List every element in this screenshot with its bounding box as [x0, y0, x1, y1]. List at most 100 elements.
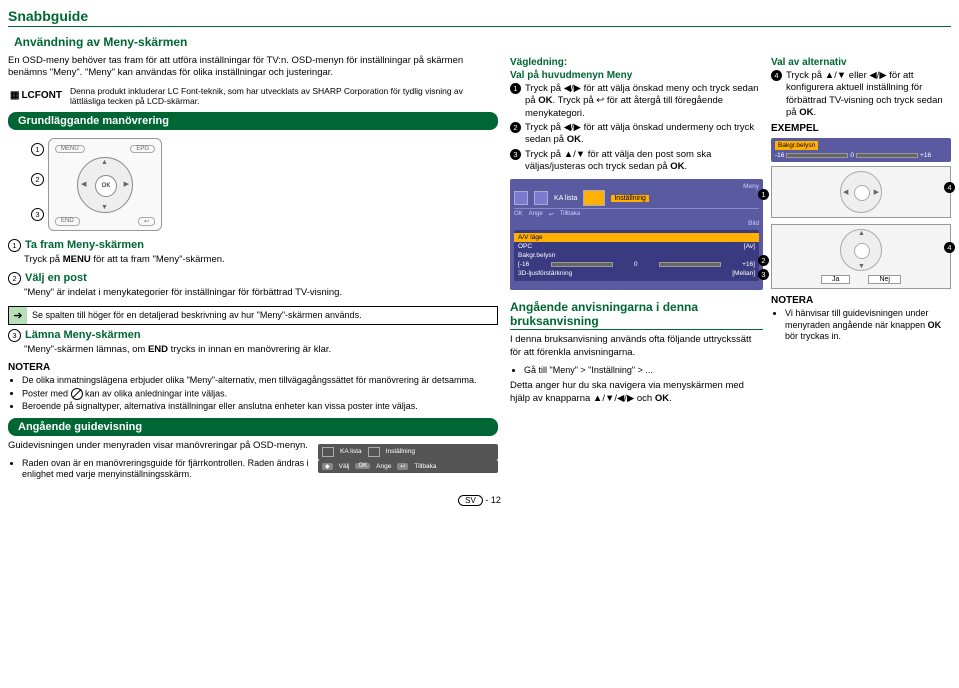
ex-zero: 0 [850, 152, 854, 159]
page-num: 12 [491, 495, 501, 505]
valav-title: Val av alternativ [771, 57, 951, 68]
see-right-box: ➔ Se spalten till höger för en detaljera… [8, 306, 498, 325]
angaende-title: Angående anvisningarna i denna bruksanvi… [510, 300, 763, 330]
step-3-title: Lämna Meny-skärmen [25, 329, 141, 341]
inst-icon [368, 447, 380, 457]
tillbaka-label: Tillbaka [414, 463, 436, 470]
valav-text: Tryck på ▲/▼ eller ◀/▶ för att konfigure… [786, 70, 951, 119]
back-icon: ↩ [397, 463, 408, 470]
bstep-1: 1 [510, 83, 521, 94]
end-button: END [55, 217, 80, 226]
osd-inst: Inställning [611, 195, 649, 202]
vag3-text: Tryck på ▲/▼ för att välja den post som … [525, 149, 763, 174]
ok-button: OK [95, 175, 117, 197]
step-2-num: 2 [8, 272, 21, 285]
ka-label: KA lista [340, 448, 362, 455]
osd-bild: Bild [514, 220, 759, 227]
guide-text: Guidevisningen under menyraden visar man… [8, 440, 310, 452]
osd-slider: [-160+16] [518, 260, 755, 269]
osd-tillbaka: Tillbaka [560, 211, 580, 218]
ja-option: Ja [821, 275, 850, 284]
osd-panel: Meny KA lista Inställning OKAnge ↩Tillba… [510, 179, 763, 290]
notera-2: NOTERA [771, 295, 951, 306]
tile-icon-hi [583, 190, 605, 206]
ex-minus: -16 [775, 152, 784, 159]
list-item: De olika inmatningslägena erbjuder olika… [22, 375, 498, 386]
osd-item-bakgr: Bakgr.belysn [518, 251, 755, 260]
ex-bakgr: Bakgr.belysn [775, 141, 818, 150]
osd-item-3d: 3D-ljusförstärkning[Mellan] [518, 269, 755, 278]
valj-label: Välj [339, 463, 350, 470]
step-1-num: 1 [8, 239, 21, 252]
bstep-3: 3 [510, 149, 521, 160]
list-item: Gå till "Meny" > "Inställning" > ... [524, 365, 763, 376]
nav-pad: OK ▲▼◀▶ [77, 157, 133, 213]
callout-4a: 4 [944, 182, 955, 193]
notera-list: De olika inmatningslägena erbjuder olika… [22, 375, 498, 412]
nav-icon: ◆ [322, 463, 333, 470]
callout-3: 3 [758, 269, 769, 280]
osd-item-avlage: A/V läge [514, 233, 759, 242]
callout-2: 2 [758, 255, 769, 266]
ka-icon [322, 447, 334, 457]
page-title: Snabbguide [8, 8, 951, 27]
angaende-text2: Detta anger hur du ska navigera via meny… [510, 380, 763, 405]
angaende-text: I denna bruksanvisning används ofta följ… [510, 334, 763, 359]
marker-1: 1 [31, 143, 44, 156]
inst-label: Inställning [386, 448, 415, 455]
vag2-text: Tryck på ◀/▶ för att välja önskad underm… [525, 122, 763, 147]
marker-3: 3 [31, 208, 44, 221]
guide-strip: KA lista Inställning [318, 444, 498, 460]
remote-diagram: 1 2 3 MENUEPG OK ▲▼◀▶ END↩ [48, 138, 162, 231]
nej-option: Nej [868, 275, 901, 284]
section-basic-ops: Grundläggande manövrering [8, 112, 498, 130]
step-1-title: Ta fram Meny-skärmen [25, 239, 144, 251]
list-item: Beroende på signaltyper, alternativa ins… [22, 401, 498, 412]
step-1-text: Tryck på MENU för att ta fram "Meny"-skä… [24, 254, 498, 266]
page-number: SV - 12 [8, 495, 951, 505]
ange-label: Ange [376, 463, 391, 470]
no-select-icon [71, 388, 83, 400]
lcfont-label: LCFONT [21, 90, 62, 101]
ex-osd-1: Bakgr.belysn -16 0 +16 [771, 138, 951, 162]
ex-pad-1: ◀▶ [771, 166, 951, 218]
guide-bullet-list: Raden ovan är en manövreringsguide för f… [22, 458, 310, 481]
arrow-right-icon: ➔ [9, 307, 27, 324]
callout-1: 1 [758, 189, 769, 200]
section-guide: Angående guidevisning [8, 418, 498, 436]
see-right-text: Se spalten till höger för en detaljerad … [27, 307, 497, 324]
osd-ange: Ange [529, 211, 543, 218]
list-item: Vi hänvisar till guidevisningen under me… [785, 308, 951, 342]
ok-icon: OK [355, 463, 370, 469]
step-2-text: "Meny" är indelat i menykategorier för i… [24, 287, 498, 299]
menu-button: MENU [55, 145, 85, 153]
osd-ka: KA lista [554, 195, 577, 202]
callout-4b: 4 [944, 242, 955, 253]
exempel-label: EXEMPEL [771, 123, 951, 134]
tile-icon [534, 191, 548, 205]
lcfont-icon: ▦ [10, 90, 19, 101]
step-3-num: 3 [8, 329, 21, 342]
vag1-text: Tryck på ◀/▶ för att välja önskad meny o… [525, 83, 763, 120]
list-item: Raden ovan är en manövreringsguide för f… [22, 458, 310, 481]
bstep-2: 2 [510, 122, 521, 133]
step-2-title: Välj en post [25, 272, 87, 284]
marker-2: 2 [31, 173, 44, 186]
lcfont-box: ▦LCFONT Denna produkt inkluderar LC Font… [8, 86, 498, 106]
notera-label: NOTERA [8, 362, 498, 373]
step-3-text: "Meny"-skärmen lämnas, om END trycks in … [24, 344, 498, 356]
lang-badge: SV [458, 495, 483, 506]
heading: Användning av Meny-skärmen [14, 35, 951, 49]
vag-title: Vägledning: [510, 57, 763, 68]
osd-item-opc: OPC[Av] [518, 242, 755, 251]
lcfont-text: Denna produkt inkluderar LC Font-teknik,… [70, 86, 498, 106]
intro-text: En OSD-meny behöver tas fram för att utf… [8, 55, 498, 80]
vag-sub: Val på huvudmenyn Meny [510, 70, 763, 81]
guide-strip-2: ◆ Välj OK Ange ↩ Tillbaka [318, 460, 498, 473]
ex-plus: +16 [920, 152, 931, 159]
tile-icon [514, 191, 528, 205]
ex-pad-2: ▲▼ JaNej [771, 224, 951, 289]
osd-inner: A/V läge OPC[Av] Bakgr.belysn [-160+16] … [514, 230, 759, 281]
osd-meny-label: Meny [514, 183, 759, 190]
bstep-4: 4 [771, 70, 782, 81]
